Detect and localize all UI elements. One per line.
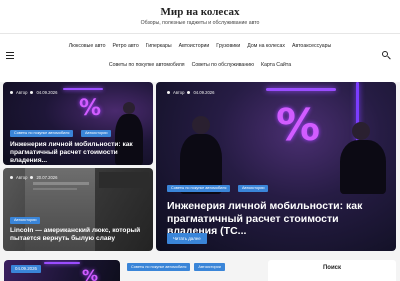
nav-item-hypercars[interactable]: Гиперкары: [146, 43, 172, 49]
nav-item-buying-tips[interactable]: Советы по покупке автомобиля: [109, 62, 185, 68]
post-date: 04.09.2026: [193, 90, 215, 95]
neon-strip-decoration: [44, 262, 80, 264]
post-meta: Автор 04.09.2026: [167, 90, 214, 95]
calendar-icon: [187, 91, 191, 94]
calendar-icon: [30, 176, 34, 179]
primary-nav-row-2: Советы по покупке автомобиля Советы по о…: [0, 62, 400, 68]
page: Мир на колесах Обзоры, полезные гаджеты …: [0, 0, 400, 281]
category-tag[interactable]: Советы по покупке автомобиля: [167, 185, 231, 192]
user-icon: [167, 91, 170, 94]
nav-item-autostories[interactable]: Автоистории: [179, 43, 210, 49]
nav-item-accessories[interactable]: Автоаксессуары: [292, 43, 331, 49]
post-title[interactable]: Lincoln — американский люкс, который пыт…: [10, 227, 148, 243]
nav-item-sitemap[interactable]: Карта Сайта: [261, 62, 291, 68]
site-header: Мир на колесах Обзоры, полезные гаджеты …: [0, 0, 400, 82]
post-card-small-1[interactable]: % Автор 04.09.2026 Советы по покупке авт…: [3, 82, 153, 165]
category-tag[interactable]: Советы по покупке автомобиля: [10, 130, 74, 137]
user-icon: [10, 91, 13, 94]
category-tag[interactable]: Автоистории: [81, 130, 112, 137]
percent-sign-decoration: %: [276, 100, 321, 151]
magazine-cover-heading: [33, 182, 89, 185]
nav-item-maintenance-tips[interactable]: Советы по обслуживанию: [192, 62, 254, 68]
primary-nav-row-1: Люксовые авто Ретро авто Гиперкары Автои…: [0, 43, 400, 49]
nav-item-trucks[interactable]: Грузовики: [216, 43, 240, 49]
read-more-button[interactable]: Читать далее: [167, 233, 207, 244]
neon-strip-decoration: [266, 88, 336, 91]
post-card-featured[interactable]: % Автор 04.09.2026 Советы по покупке авт…: [156, 82, 396, 251]
search-icon[interactable]: [382, 51, 392, 61]
header-divider: [0, 33, 400, 34]
post-meta: Автор 04.09.2026: [10, 90, 57, 95]
percent-sign-decoration: %: [79, 96, 102, 121]
magazine-cover-lettering: [99, 172, 149, 188]
post-categories: Советы по покупке автомобиля Автоистории: [127, 263, 225, 271]
post-author[interactable]: Автор: [173, 90, 184, 95]
person-silhouette-head: [123, 102, 135, 114]
nav-item-luxury[interactable]: Люксовые авто: [69, 43, 106, 49]
person-silhouette-head: [192, 116, 210, 134]
nav-item-retro[interactable]: Ретро авто: [112, 43, 138, 49]
user-icon: [10, 176, 13, 179]
post-card-bottom-image[interactable]: % 04.09.2026: [4, 260, 120, 281]
magazine-cover-heading: [33, 188, 77, 190]
person-silhouette: [340, 140, 386, 194]
post-author[interactable]: Автор: [16, 90, 27, 95]
post-title[interactable]: Инженерия личной мобильности: как прагма…: [10, 141, 148, 165]
hamburger-menu-icon[interactable]: [6, 52, 15, 60]
nav-item-motorhomes[interactable]: Дом на колесах: [247, 43, 285, 49]
post-date-badge: 04.09.2026: [11, 265, 41, 273]
category-tag[interactable]: Автоистории: [10, 217, 41, 224]
category-tag[interactable]: Советы по покупке автомобиля: [127, 263, 191, 271]
person-silhouette-head: [352, 122, 370, 140]
neon-strip-decoration: [63, 88, 103, 90]
post-author[interactable]: Автор: [16, 175, 27, 180]
category-tag[interactable]: Автоистории: [238, 185, 269, 192]
post-date: 20.07.2026: [36, 175, 58, 180]
site-tagline: Обзоры, полезные гаджеты и обслуживание …: [140, 20, 260, 26]
search-widget: Поиск: [268, 260, 396, 281]
post-card-small-2[interactable]: Автор 20.07.2026 Автоистории Lincoln — а…: [3, 168, 153, 251]
post-date: 04.09.2026: [36, 90, 58, 95]
site-title[interactable]: Мир на колесах: [0, 6, 400, 18]
post-meta: Автор 20.07.2026: [10, 175, 57, 180]
widget-title: Поиск: [322, 265, 341, 271]
category-tag[interactable]: Автоистории: [194, 263, 225, 271]
calendar-icon: [30, 91, 34, 94]
percent-sign-decoration: %: [82, 266, 99, 281]
